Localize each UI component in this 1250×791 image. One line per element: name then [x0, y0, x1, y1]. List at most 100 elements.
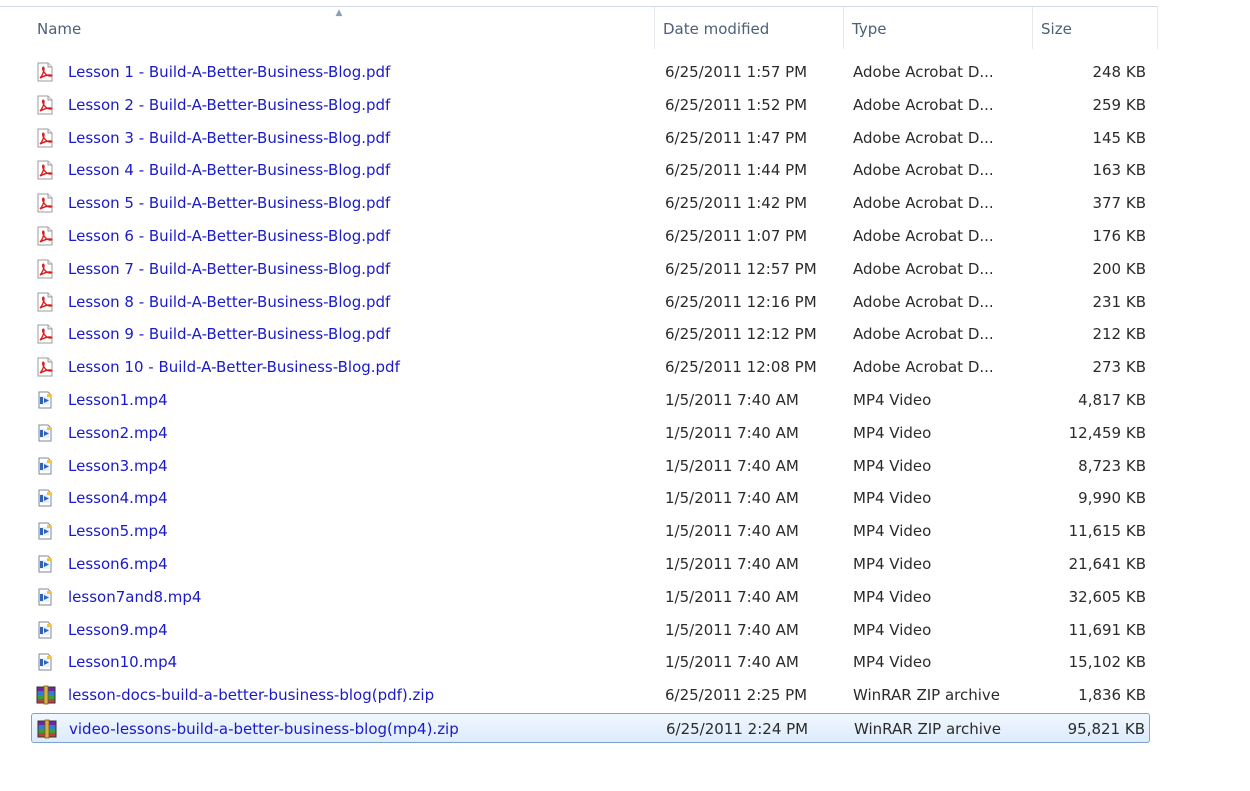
file-type: WinRAR ZIP archive [853, 686, 1001, 705]
file-row[interactable]: Lesson9.mp4 1/5/2011 7:40 AM MP4 Video 11,6… [31, 615, 1150, 645]
file-type: MP4 Video [853, 522, 932, 541]
file-name: Lesson 9 - Build-A-Better-Business-Blog.… [68, 325, 391, 344]
column-header-date-modified[interactable]: Date modified [655, 7, 844, 49]
video-file-icon [35, 451, 65, 481]
file-size: 212 KB [1092, 325, 1146, 344]
file-name: Lesson10.mp4 [68, 653, 178, 672]
file-size: 21,641 KB [1068, 555, 1146, 573]
video-file-icon [35, 582, 65, 612]
file-name: Lesson6.mp4 [68, 555, 168, 573]
video-file-icon [35, 615, 65, 645]
file-row[interactable]: Lesson 8 - Build-A-Better-Business-Blog.… [31, 287, 1150, 317]
column-header-type[interactable]: Type [844, 7, 1033, 49]
pdf-icon [35, 319, 65, 349]
file-row[interactable]: Lesson2.mp4 1/5/2011 7:40 AM MP4 Video 12,4… [31, 418, 1150, 448]
file-size: 200 KB [1092, 259, 1146, 278]
file-size: 1,836 KB [1078, 686, 1146, 705]
file-type: MP4 Video [853, 653, 932, 672]
file-type: MP4 Video [853, 423, 932, 442]
file-size: 377 KB [1092, 194, 1146, 213]
file-date-modified: 6/25/2011 12:57 PM [665, 259, 817, 278]
file-type: WinRAR ZIP archive [854, 720, 1002, 738]
file-date-modified: 1/5/2011 7:40 AM [665, 391, 799, 409]
video-file-icon [35, 647, 65, 677]
file-name: Lesson4.mp4 [68, 489, 168, 508]
file-row[interactable]: Lesson 9 - Build-A-Better-Business-Blog.… [31, 319, 1150, 349]
file-type: MP4 Video [853, 620, 932, 639]
file-row[interactable]: Lesson10.mp4 1/5/2011 7:40 AM MP4 Video 15,… [31, 647, 1150, 677]
file-name: Lesson9.mp4 [68, 620, 168, 639]
video-file-icon [35, 516, 65, 546]
file-type: Adobe Acrobat D... [853, 292, 994, 311]
file-size: 145 KB [1092, 128, 1146, 147]
file-row[interactable]: Lesson 7 - Build-A-Better-Business-Blog.… [31, 254, 1150, 284]
file-date-modified: 6/25/2011 1:52 PM [665, 95, 808, 114]
file-name: video-lessons-build-a-better-business-bl… [69, 720, 459, 738]
file-date-modified: 1/5/2011 7:40 AM [665, 555, 799, 573]
file-size: 259 KB [1092, 95, 1146, 114]
file-date-modified: 6/25/2011 1:07 PM [665, 227, 808, 245]
pdf-icon [35, 352, 65, 382]
file-size: 15,102 KB [1068, 653, 1146, 672]
file-type: MP4 Video [853, 456, 932, 475]
file-type: MP4 Video [853, 555, 932, 573]
file-name: lesson-docs-build-a-better-business-blog… [68, 686, 435, 705]
file-row[interactable]: Lesson 10 - Build-A-Better-Business-Blog… [31, 352, 1150, 382]
file-size: 231 KB [1092, 292, 1146, 311]
file-row[interactable]: Lesson3.mp4 1/5/2011 7:40 AM MP4 Video 8,72… [31, 451, 1150, 481]
file-name: Lesson 10 - Build-A-Better-Business-Blog… [68, 358, 400, 377]
column-header-size-label: Size [1041, 20, 1072, 38]
file-size: 32,605 KB [1068, 587, 1146, 606]
video-file-icon [35, 418, 65, 448]
file-row[interactable]: Lesson 4 - Build-A-Better-Business-Blog.… [31, 155, 1150, 185]
column-header-name-label: Name [37, 20, 82, 38]
file-date-modified: 6/25/2011 12:12 PM [665, 325, 817, 344]
pdf-icon [35, 90, 65, 120]
file-size: 176 KB [1092, 227, 1146, 245]
file-size: 163 KB [1092, 161, 1146, 180]
file-row[interactable]: Lesson 5 - Build-A-Better-Business-Blog.… [31, 188, 1150, 218]
file-size: 11,615 KB [1068, 522, 1146, 541]
pdf-icon [35, 57, 65, 87]
file-date-modified: 6/25/2011 1:42 PM [665, 194, 808, 213]
file-name: Lesson 2 - Build-A-Better-Business-Blog.… [68, 95, 391, 114]
video-file-icon [35, 385, 65, 415]
file-name: lesson7and8.mp4 [68, 587, 202, 606]
column-header-size[interactable]: Size [1033, 7, 1158, 49]
file-size: 273 KB [1092, 358, 1146, 377]
file-type: Adobe Acrobat D... [853, 325, 994, 344]
file-row[interactable]: Lesson 1 - Build-A-Better-Business-Blog.… [31, 57, 1150, 87]
file-name: Lesson3.mp4 [68, 456, 168, 475]
file-row[interactable]: lesson-docs-build-a-better-business-blog… [31, 680, 1150, 710]
file-type: MP4 Video [853, 587, 932, 606]
winrar-archive-icon [36, 714, 66, 744]
file-size: 11,691 KB [1068, 620, 1146, 639]
file-row[interactable]: lesson7and8.mp4 1/5/2011 7:40 AM MP4 Video… [31, 582, 1150, 612]
file-row[interactable]: Lesson1.mp4 1/5/2011 7:40 AM MP4 Video 4,81… [31, 385, 1150, 415]
file-name: Lesson 8 - Build-A-Better-Business-Blog.… [68, 292, 391, 311]
video-file-icon [35, 483, 65, 513]
pdf-icon [35, 254, 65, 284]
file-date-modified: 1/5/2011 7:40 AM [665, 653, 799, 672]
file-row[interactable]: Lesson4.mp4 1/5/2011 7:40 AM MP4 Video 9,99… [31, 483, 1150, 513]
file-size: 8,723 KB [1078, 456, 1146, 475]
video-file-icon [35, 549, 65, 579]
pdf-icon [35, 188, 65, 218]
pdf-icon [35, 221, 65, 251]
file-row[interactable]: video-lessons-build-a-better-business-bl… [31, 713, 1150, 743]
file-size: 95,821 KB [1067, 720, 1145, 738]
pdf-icon [35, 287, 65, 317]
file-row[interactable]: Lesson 2 - Build-A-Better-Business-Blog.… [31, 90, 1150, 120]
file-date-modified: 1/5/2011 7:40 AM [665, 620, 799, 639]
file-row[interactable]: Lesson6.mp4 1/5/2011 7:40 AM MP4 Video 21,6… [31, 549, 1150, 579]
file-row[interactable]: Lesson 3 - Build-A-Better-Business-Blog.… [31, 123, 1150, 153]
column-header-type-label: Type [852, 20, 887, 38]
file-row[interactable]: Lesson5.mp4 1/5/2011 7:40 AM MP4 Video 11,6… [31, 516, 1150, 546]
file-name: Lesson 3 - Build-A-Better-Business-Blog.… [68, 128, 391, 147]
file-date-modified: 6/25/2011 1:57 PM [665, 63, 808, 81]
file-type: Adobe Acrobat D... [853, 194, 994, 213]
sort-ascending-icon: ▲ [335, 8, 343, 18]
column-header-date-label: Date modified [663, 20, 770, 38]
file-type: Adobe Acrobat D... [853, 95, 994, 114]
file-row[interactable]: Lesson 6 - Build-A-Better-Business-Blog.… [31, 221, 1150, 251]
